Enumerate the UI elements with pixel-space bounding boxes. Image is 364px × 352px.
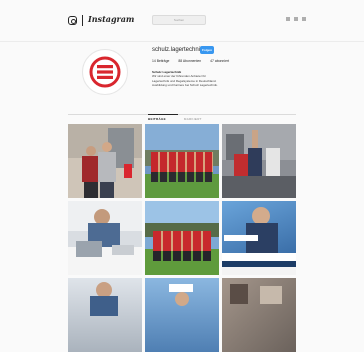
following-count[interactable]: 47 abonniert bbox=[210, 59, 229, 63]
tab-posts[interactable]: BEITRÄGE bbox=[148, 117, 166, 121]
search-input[interactable]: Suchen bbox=[152, 15, 206, 25]
posts-count[interactable]: 14 Beiträge bbox=[152, 59, 169, 63]
follow-button[interactable]: Folgen bbox=[200, 46, 214, 54]
posts-grid bbox=[68, 124, 296, 352]
post-thumbnail[interactable] bbox=[68, 278, 142, 352]
profile-avatar[interactable] bbox=[82, 49, 128, 95]
tabs-divider bbox=[68, 114, 296, 115]
profile-stats: 14 Beiträge 88 Abonnenten 47 abonniert bbox=[152, 59, 229, 63]
nav-divider bbox=[82, 15, 83, 26]
schulz-logo-icon bbox=[89, 56, 121, 88]
nav-icons[interactable] bbox=[286, 17, 306, 21]
followers-count[interactable]: 88 Abonnenten bbox=[178, 59, 201, 63]
post-thumbnail[interactable] bbox=[222, 278, 296, 352]
active-tab-indicator bbox=[148, 114, 178, 115]
profile-tabs: BEITRÄGE MARKIERT bbox=[148, 117, 202, 121]
post-thumbnail[interactable] bbox=[145, 201, 219, 275]
instagram-wordmark[interactable]: Instagram bbox=[88, 14, 134, 24]
post-thumbnail[interactable] bbox=[222, 124, 296, 198]
bio-line: Ausbildung und Karriere bei Schulz Lager… bbox=[152, 83, 218, 88]
post-thumbnail[interactable] bbox=[222, 201, 296, 275]
profile-username: schulz.lagertechnik bbox=[152, 47, 204, 53]
post-thumbnail[interactable] bbox=[68, 124, 142, 198]
post-thumbnail[interactable] bbox=[145, 278, 219, 352]
tab-tagged[interactable]: MARKIERT bbox=[184, 117, 202, 121]
top-navigation: Instagram Suchen bbox=[0, 0, 364, 42]
post-thumbnail[interactable] bbox=[145, 124, 219, 198]
top-nav-divider bbox=[0, 41, 364, 42]
profile-bio: Schulz Lagertechnik Wir sind einer der f… bbox=[152, 70, 292, 88]
instagram-camera-icon[interactable] bbox=[68, 16, 77, 25]
post-thumbnail[interactable] bbox=[68, 201, 142, 275]
